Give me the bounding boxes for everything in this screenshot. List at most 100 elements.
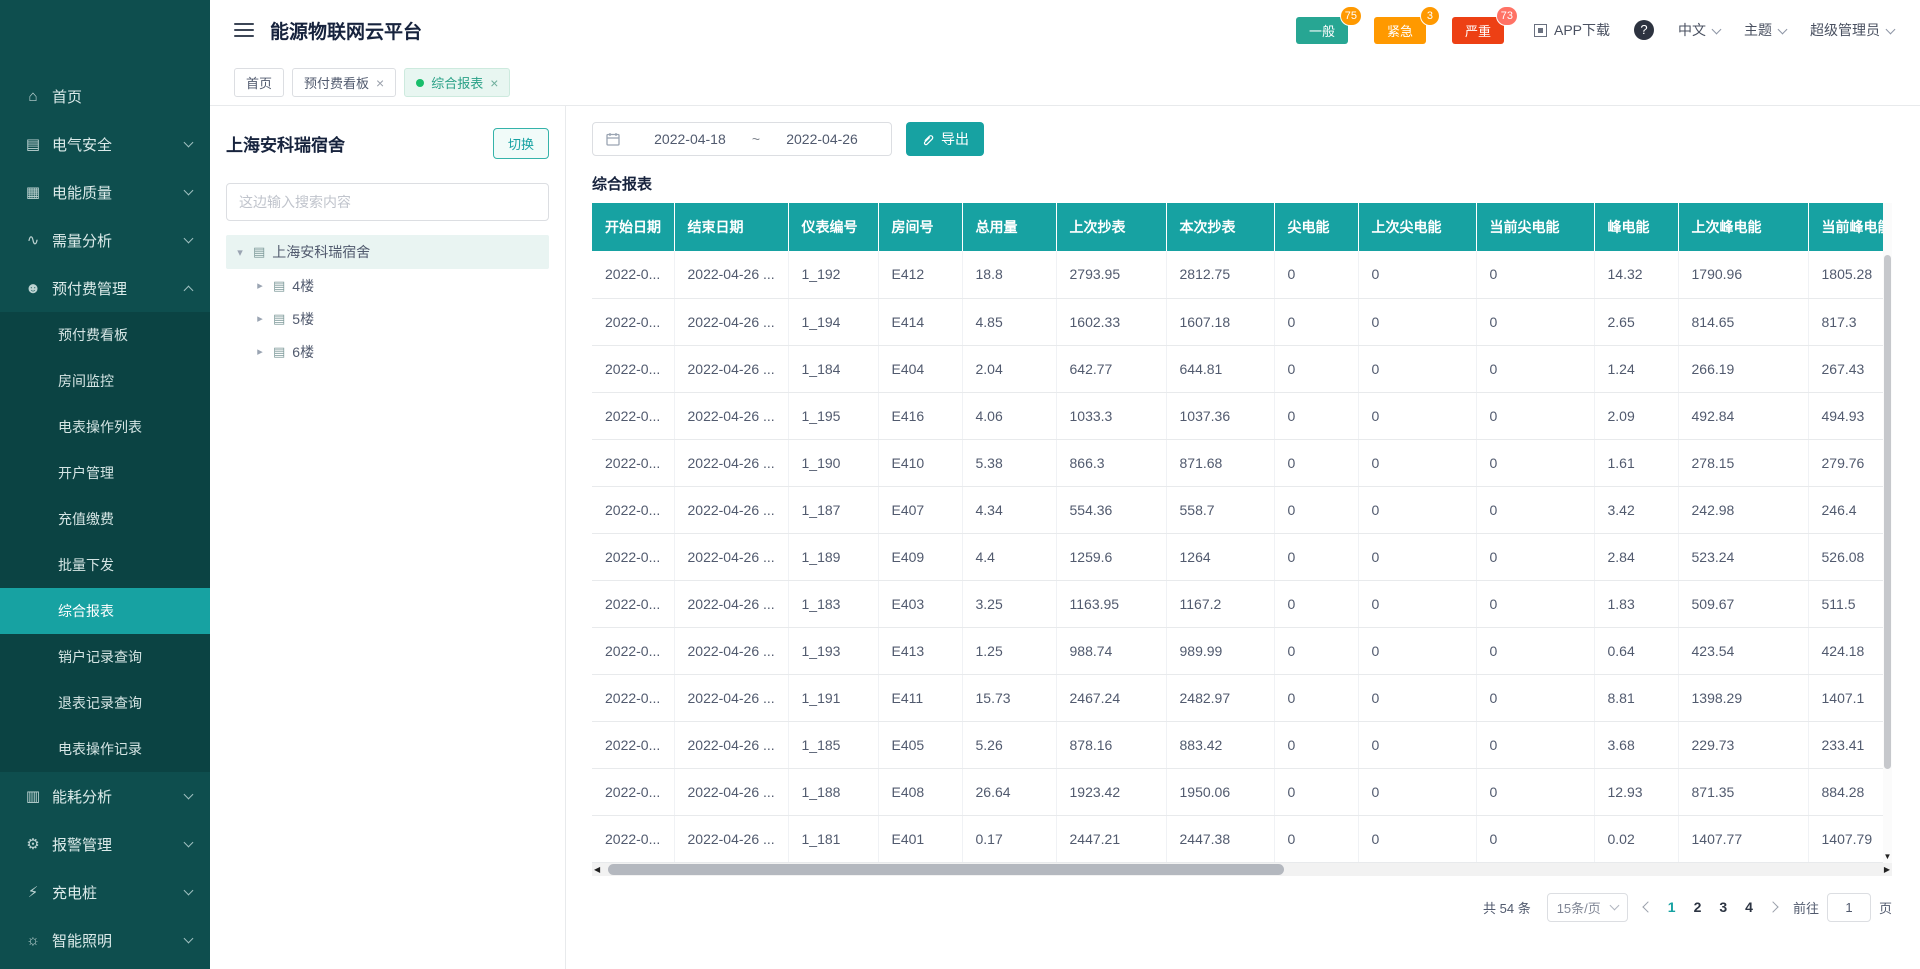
- sidebar-item-alarm-management[interactable]: ⚙报警管理: [0, 820, 210, 868]
- tree-node-floor[interactable]: ▸▤6楼: [226, 335, 549, 368]
- sidebar-item-home[interactable]: ⌂首页: [0, 72, 210, 120]
- table-header-row: 开始日期结束日期仪表编号房间号总用量上次抄表本次抄表尖电能上次尖电能当前尖电能峰…: [592, 203, 1892, 251]
- table-cell: 0: [1358, 815, 1476, 862]
- table-row[interactable]: 2022-0...2022-04-26 ...1_188E40826.64192…: [592, 768, 1892, 815]
- tree-node-floor[interactable]: ▸▤5楼: [226, 302, 549, 335]
- scroll-right-arrow-icon[interactable]: ▶: [1884, 863, 1890, 876]
- help-icon[interactable]: ?: [1634, 20, 1654, 40]
- table-cell: 1167.2: [1166, 580, 1274, 627]
- switch-button[interactable]: 切换: [493, 128, 549, 159]
- date-range-picker[interactable]: 2022-04-18 ~ 2022-04-26: [592, 122, 892, 156]
- table-cell: 1_189: [788, 533, 878, 580]
- table-cell: 883.42: [1166, 721, 1274, 768]
- horizontal-scrollbar[interactable]: ◀ ▶: [592, 863, 1892, 876]
- chevron-down-icon: [184, 233, 194, 243]
- table-cell: 26.64: [962, 768, 1056, 815]
- close-tab-icon[interactable]: ×: [490, 76, 498, 90]
- table-row[interactable]: 2022-0...2022-04-26 ...1_183E4033.251163…: [592, 580, 1892, 627]
- table-row[interactable]: 2022-0...2022-04-26 ...1_195E4164.061033…: [592, 392, 1892, 439]
- building-icon: ▤: [253, 244, 265, 260]
- sidebar-item-smart-lighting[interactable]: ☼智能照明: [0, 916, 210, 964]
- app-download-link[interactable]: APP下载: [1534, 20, 1610, 40]
- language-select[interactable]: 中文: [1678, 20, 1720, 40]
- tabbar: 首页预付费看板× 综合报表×: [210, 60, 1920, 106]
- table-cell: 0: [1358, 674, 1476, 721]
- sidebar-item-power-quality[interactable]: ▦电能质量: [0, 168, 210, 216]
- tree-node-root[interactable]: ▾▤上海安科瑞宿舍: [226, 235, 549, 269]
- page-number-4[interactable]: 4: [1745, 899, 1753, 915]
- charging-pile-icon: ⚡: [22, 883, 44, 901]
- close-tab-icon[interactable]: ×: [376, 76, 384, 90]
- sidebar-subitem-room-monitor[interactable]: 房间监控: [0, 358, 210, 404]
- table-row[interactable]: 2022-0...2022-04-26 ...1_184E4042.04642.…: [592, 345, 1892, 392]
- column-header: 总用量: [962, 203, 1056, 251]
- collapse-menu-icon[interactable]: [234, 19, 254, 41]
- table-row[interactable]: 2022-0...2022-04-26 ...1_190E4105.38866.…: [592, 439, 1892, 486]
- floor-icon: ▤: [273, 311, 285, 327]
- tab-home[interactable]: 首页: [234, 68, 284, 97]
- table-cell: 1_191: [788, 674, 878, 721]
- table-row[interactable]: 2022-0...2022-04-26 ...1_194E4144.851602…: [592, 298, 1892, 345]
- page-number-3[interactable]: 3: [1719, 899, 1727, 915]
- scroll-down-arrow-icon[interactable]: ▼: [1883, 852, 1892, 862]
- column-header: 开始日期: [592, 203, 674, 251]
- table-cell: 2022-04-26 ...: [674, 345, 788, 392]
- table-cell: 494.93: [1808, 392, 1892, 439]
- table-row[interactable]: 2022-0...2022-04-26 ...1_185E4055.26878.…: [592, 721, 1892, 768]
- table-row[interactable]: 2022-0...2022-04-26 ...1_189E4094.41259.…: [592, 533, 1892, 580]
- sidebar-subitem-meter-operation-record[interactable]: 电表操作记录: [0, 726, 210, 772]
- table-row[interactable]: 2022-0...2022-04-26 ...1_193E4131.25988.…: [592, 627, 1892, 674]
- page-size-select[interactable]: 15条/页: [1547, 893, 1628, 922]
- sidebar-subitem-meter-return-query[interactable]: 退表记录查询: [0, 680, 210, 726]
- sidebar-subitem-comprehensive-report[interactable]: 综合报表: [0, 588, 210, 634]
- theme-select[interactable]: 主题: [1744, 20, 1786, 40]
- table-cell: 0: [1476, 580, 1594, 627]
- sidebar-item-label: 需量分析: [52, 230, 185, 251]
- next-page-icon[interactable]: [1767, 901, 1778, 912]
- date-start: 2022-04-18: [634, 131, 746, 147]
- scroll-left-arrow-icon[interactable]: ◀: [594, 863, 600, 876]
- alarm-button-urgent[interactable]: 紧急3: [1374, 17, 1426, 44]
- user-name: 超级管理员: [1810, 20, 1880, 40]
- sidebar-item-prepaid-management[interactable]: ☻预付费管理: [0, 264, 210, 312]
- table-cell: 866.3: [1056, 439, 1166, 486]
- export-button[interactable]: 导出: [906, 122, 984, 156]
- alarm-button-critical[interactable]: 严重73: [1452, 17, 1504, 44]
- sidebar-subitem-account-opening[interactable]: 开户管理: [0, 450, 210, 496]
- vertical-scrollbar-thumb[interactable]: [1884, 255, 1891, 769]
- table-cell: 0: [1358, 345, 1476, 392]
- table-cell: 8.81: [1594, 674, 1678, 721]
- tab-comprehensive-report[interactable]: 综合报表×: [404, 68, 510, 97]
- table-row[interactable]: 2022-0...2022-04-26 ...1_187E4074.34554.…: [592, 486, 1892, 533]
- qr-code-icon: [1534, 24, 1547, 37]
- user-menu[interactable]: 超级管理员: [1810, 20, 1894, 40]
- goto-page-input[interactable]: [1827, 893, 1871, 922]
- tree-node-floor[interactable]: ▸▤4楼: [226, 269, 549, 302]
- sidebar-subitem-prepaid-board[interactable]: 预付费看板: [0, 312, 210, 358]
- table-cell: 2022-04-26 ...: [674, 580, 788, 627]
- table-cell: 1_193: [788, 627, 878, 674]
- page-number-1[interactable]: 1: [1668, 899, 1676, 915]
- tab-prepaid-board[interactable]: 预付费看板×: [292, 68, 396, 97]
- sidebar-subitem-account-close-query[interactable]: 销户记录查询: [0, 634, 210, 680]
- table-row[interactable]: 2022-0...2022-04-26 ...1_192E41218.82793…: [592, 251, 1892, 298]
- table-cell: 0: [1274, 627, 1358, 674]
- page-number-2[interactable]: 2: [1694, 899, 1702, 915]
- sidebar-item-charging-pile[interactable]: ⚡充电桩: [0, 868, 210, 916]
- table-cell: 0: [1274, 298, 1358, 345]
- tree-search-input[interactable]: [226, 183, 549, 221]
- alarm-button-normal[interactable]: 一般75: [1296, 17, 1348, 44]
- sidebar-subitem-meter-operation-list[interactable]: 电表操作列表: [0, 404, 210, 450]
- report-title: 综合报表: [592, 173, 1892, 194]
- chevron-down-icon: [184, 837, 194, 847]
- prev-page-icon[interactable]: [1642, 901, 1653, 912]
- sidebar-subitem-batch-issue[interactable]: 批量下发: [0, 542, 210, 588]
- horizontal-scrollbar-thumb[interactable]: [608, 864, 1284, 875]
- sidebar-item-electrical-safety[interactable]: ▤电气安全: [0, 120, 210, 168]
- sidebar-subitem-recharge-payment[interactable]: 充值缴费: [0, 496, 210, 542]
- sidebar-item-energy-analysis[interactable]: ▥能耗分析: [0, 772, 210, 820]
- table-row[interactable]: 2022-0...2022-04-26 ...1_181E4010.172447…: [592, 815, 1892, 862]
- table-row[interactable]: 2022-0...2022-04-26 ...1_191E41115.73246…: [592, 674, 1892, 721]
- sidebar-item-demand-analysis[interactable]: ∿需量分析: [0, 216, 210, 264]
- vertical-scrollbar[interactable]: ▼: [1883, 203, 1892, 863]
